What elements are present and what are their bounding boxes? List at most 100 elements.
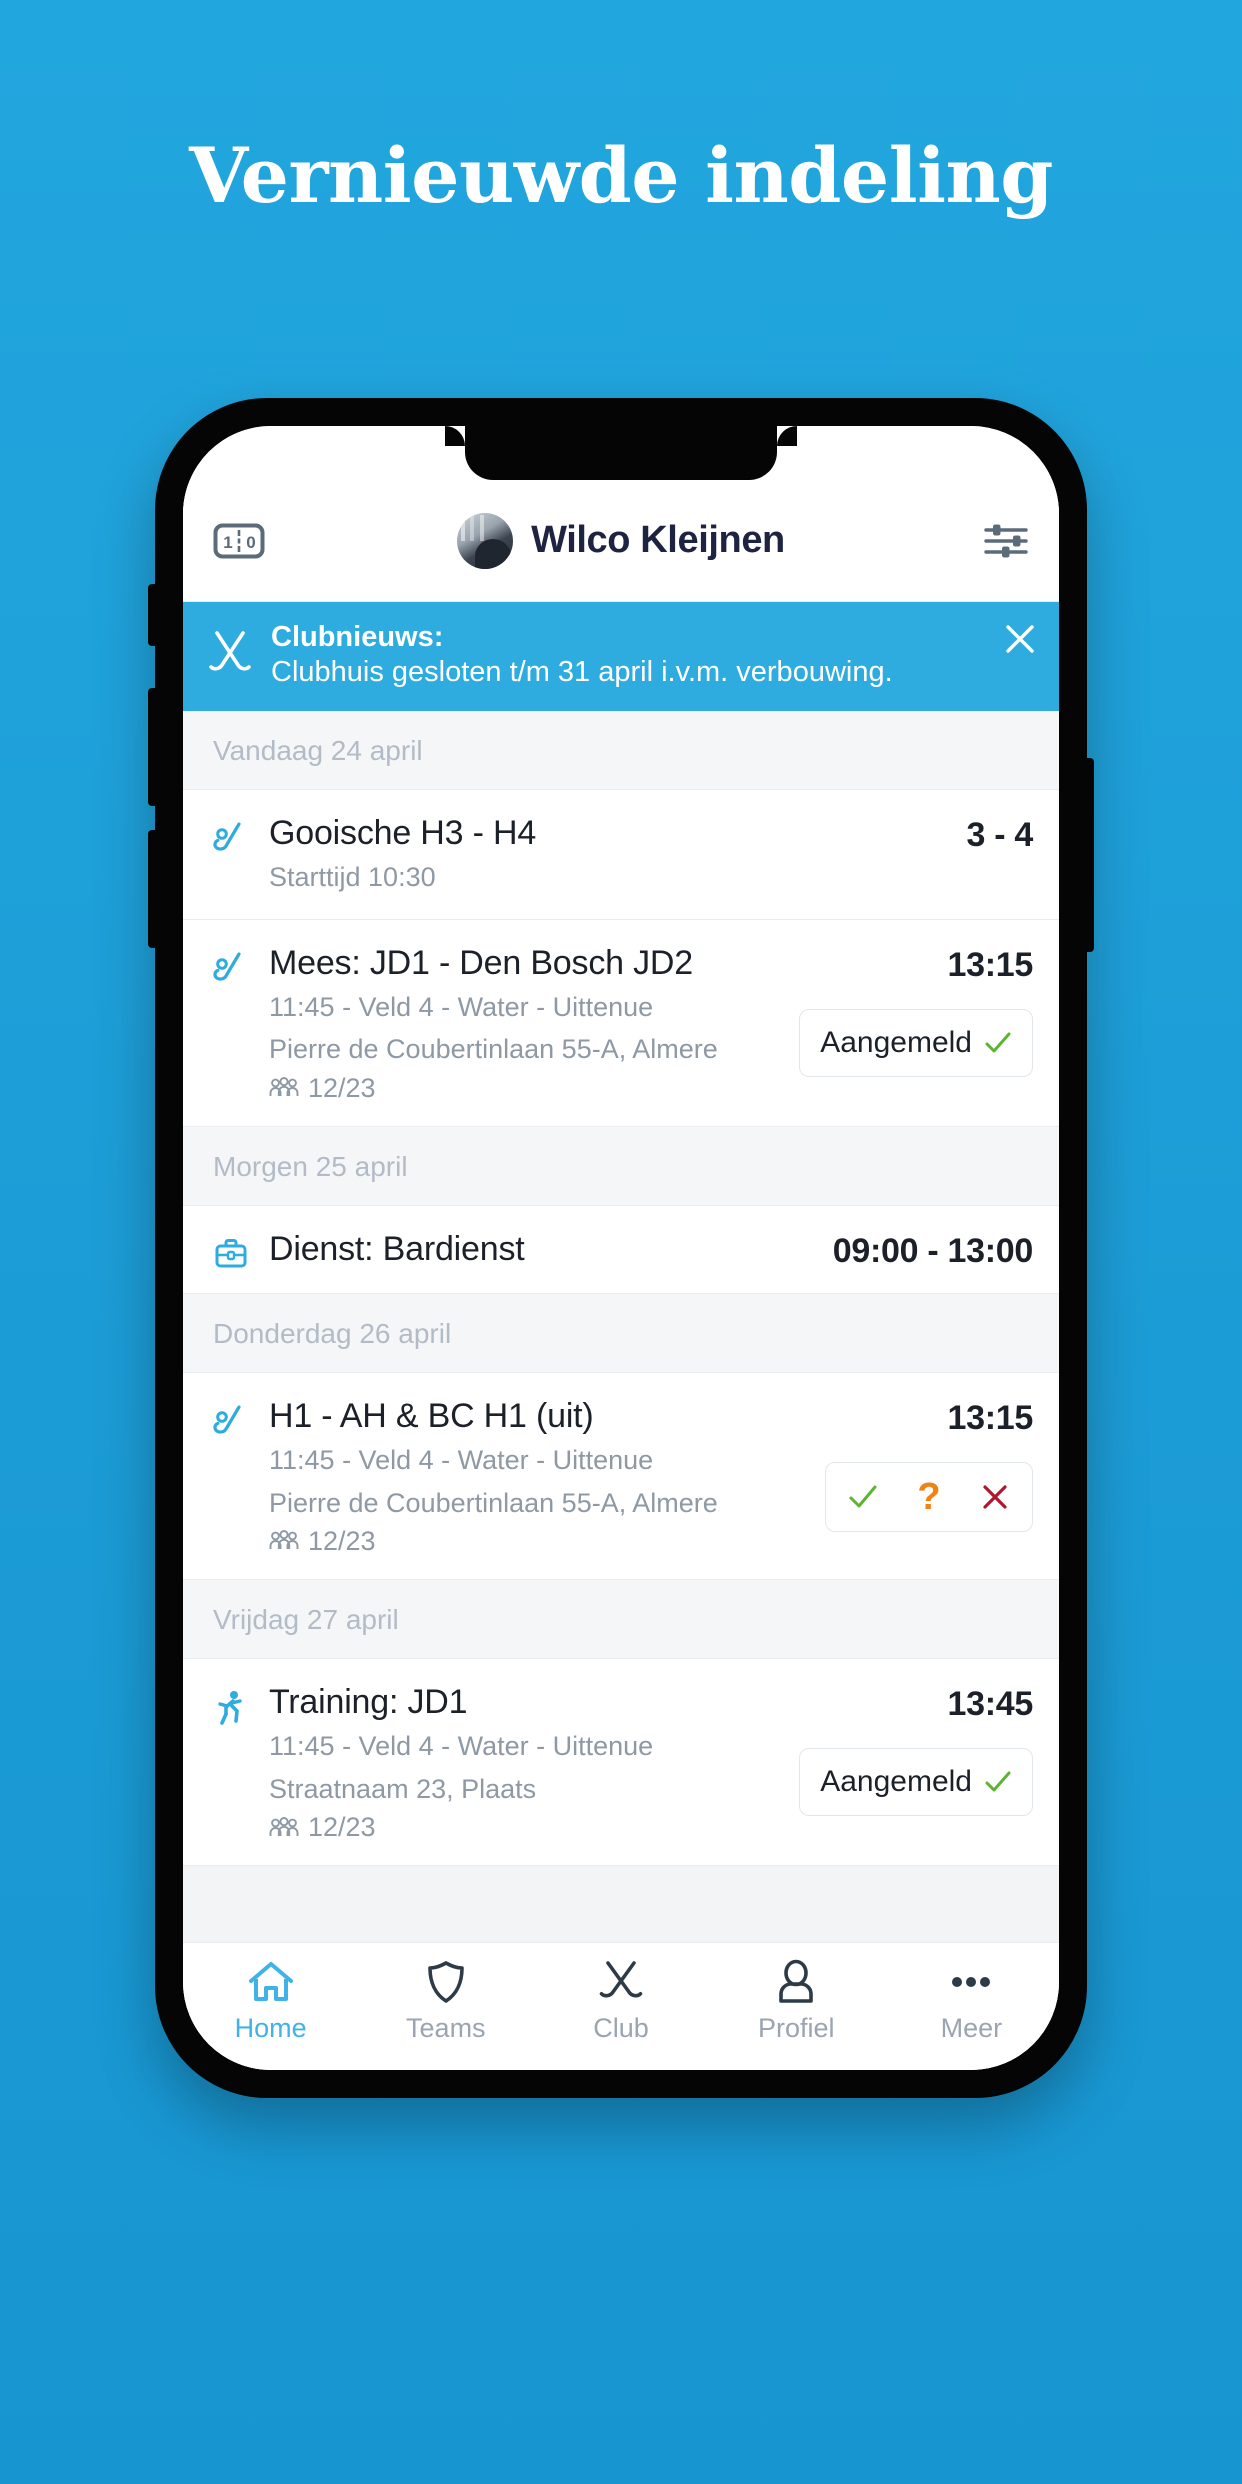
list-item[interactable]: Gooische H3 - H4 Starttijd 10:30 3 - 4: [183, 789, 1059, 920]
tab-label: Home: [234, 2013, 307, 2043]
phone-mute-switch[interactable]: [148, 584, 157, 646]
list-item[interactable]: H1 - AH & BC H1 (uit) 11:45 - Veld 4 - W…: [183, 1372, 1059, 1580]
tab-teams[interactable]: Teams: [358, 1959, 533, 2044]
attendance-count: 12/23: [308, 1525, 376, 1556]
row-icon-wrap: [209, 1681, 253, 1727]
tab-profiel[interactable]: Profiel: [709, 1959, 884, 2044]
row-icon-wrap: [209, 1228, 253, 1270]
people-icon: [269, 1816, 299, 1836]
event-title: Dienst: Bardienst: [269, 1229, 525, 1268]
row-icon-wrap: [209, 1395, 253, 1439]
attendance: 12/23: [269, 1812, 783, 1843]
close-icon: [1006, 625, 1034, 653]
day-header: Donderdag 26 april: [183, 1293, 1059, 1373]
settings-button[interactable]: [971, 521, 1029, 561]
agenda-list[interactable]: Vandaag 24 april Gooische H3 - H4 Startt…: [183, 710, 1059, 1942]
tab-label: Teams: [406, 2013, 486, 2043]
banner-text: Clubnieuws: Clubhuis gesloten t/m 31 apr…: [271, 620, 985, 691]
day-header: Vrijdag 27 april: [183, 1579, 1059, 1659]
scoreboard-button[interactable]: 1 0: [213, 523, 271, 559]
day-header: Vandaag 24 april: [183, 710, 1059, 790]
row-main: Training: JD1 11:45 - Veld 4 - Water - U…: [269, 1681, 783, 1843]
tab-label: Meer: [940, 2013, 1003, 2043]
list-item[interactable]: Training: JD1 11:45 - Veld 4 - Water - U…: [183, 1658, 1059, 1867]
phone-screen: 1 0 Wilco Kleijnen Clubnieuws: Clubhuis …: [183, 426, 1059, 2070]
event-location: Pierre de Coubertinlaan 55-A, Almere: [269, 1487, 718, 1518]
list-item[interactable]: Mees: JD1 - Den Bosch JD2 11:45 - Veld 4…: [183, 919, 1059, 1127]
registered-button[interactable]: Aangemeld: [799, 1008, 1033, 1077]
banner-icon-wrap: [207, 629, 253, 681]
check-icon: [985, 1032, 1011, 1053]
ellipsis-icon: [952, 1977, 991, 1987]
list-item[interactable]: Dienst: Bardienst 09:00 - 13:00: [183, 1205, 1059, 1294]
person-icon: [779, 1959, 814, 2003]
event-time: 13:15: [947, 945, 1034, 984]
check-icon: [985, 1771, 1011, 1792]
question-mark-icon: ?: [917, 1475, 941, 1518]
people-icon: [269, 1530, 299, 1550]
event-detail: 11:45 - Veld 4 - Water - Uittenue: [269, 1731, 654, 1762]
row-main: Dienst: Bardienst: [269, 1228, 817, 1271]
row-right: 13:45 Aangemeld: [799, 1681, 1033, 1816]
phone-volume-down-button[interactable]: [148, 830, 157, 948]
tab-home[interactable]: Home: [183, 1959, 358, 2044]
banner-close-button[interactable]: [1003, 620, 1037, 661]
event-time: 13:45: [947, 1684, 1034, 1723]
avatar: [457, 512, 514, 569]
event-score: 3 - 4: [966, 815, 1033, 854]
event-detail: Starttijd 10:30: [269, 862, 436, 893]
check-icon: [849, 1485, 877, 1508]
event-title: Training: JD1: [269, 1682, 468, 1721]
people-icon: [269, 1077, 299, 1097]
sliders-icon: [984, 524, 1028, 557]
rsvp-maybe-button[interactable]: ?: [906, 1475, 952, 1519]
row-right: 13:15 Aangemeld: [799, 942, 1033, 1077]
user-name: Wilco Kleijnen: [531, 519, 785, 561]
event-detail: 11:45 - Veld 4 - Water - Uittenue: [269, 1445, 654, 1476]
running-person-icon: [218, 1690, 242, 1725]
event-location: Pierre de Coubertinlaan 55-A, Almere: [269, 1034, 718, 1065]
event-title: Gooische H3 - H4: [269, 813, 537, 852]
event-location: Straatnaam 23, Plaats: [269, 1773, 537, 1804]
home-icon: [248, 1962, 293, 2001]
registered-label: Aangemeld: [820, 1764, 972, 1798]
hockey-stick-ball-icon: [213, 822, 241, 851]
hockey-stick-ball-icon: [213, 1405, 241, 1434]
event-detail: 11:45 - Veld 4 - Water - Uittenue: [269, 992, 654, 1023]
registered-button[interactable]: Aangemeld: [799, 1747, 1033, 1816]
svg-text:1: 1: [223, 533, 232, 552]
tab-label: Profiel: [757, 2013, 835, 2043]
club-news-banner[interactable]: Clubnieuws: Clubhuis gesloten t/m 31 apr…: [183, 602, 1059, 711]
banner-message: Clubhuis gesloten t/m 31 april i.v.m. ve…: [271, 656, 893, 689]
scoreboard-icon: 1 0: [213, 523, 265, 558]
rsvp-yes-button[interactable]: [840, 1475, 886, 1519]
list-bottom-spacer: [183, 1866, 1059, 1942]
attendance: 12/23: [269, 1526, 809, 1557]
row-right: 3 - 4: [863, 812, 1033, 855]
svg-text:0: 0: [246, 533, 255, 552]
poster-title: Vernieuwde indeling: [189, 131, 1053, 220]
phone-frame: 1 0 Wilco Kleijnen Clubnieuws: Clubhuis …: [148, 398, 1094, 2098]
event-title: H1 - AH & BC H1 (uit): [269, 1396, 594, 1435]
phone-volume-up-button[interactable]: [148, 688, 157, 806]
attendance-count: 12/23: [308, 1072, 376, 1103]
tab-label: Club: [593, 2013, 649, 2043]
row-main: H1 - AH & BC H1 (uit) 11:45 - Veld 4 - W…: [269, 1395, 809, 1557]
rsvp-no-button[interactable]: [972, 1475, 1018, 1519]
cross-icon: [983, 1485, 1007, 1509]
rsvp-group[interactable]: ?: [825, 1461, 1033, 1532]
phone-power-button[interactable]: [1085, 758, 1094, 952]
tab-club[interactable]: Club: [533, 1959, 708, 2044]
app-root: 1 0 Wilco Kleijnen Clubnieuws: Clubhuis …: [183, 426, 1059, 2070]
tab-meer[interactable]: Meer: [884, 1959, 1059, 2044]
row-main: Gooische H3 - H4 Starttijd 10:30: [269, 812, 847, 897]
toolbox-icon: [215, 1238, 247, 1268]
registered-label: Aangemeld: [820, 1025, 972, 1059]
crossed-sticks-icon: [599, 1961, 643, 1998]
header-user[interactable]: Wilco Kleijnen: [271, 512, 971, 569]
shield-icon: [427, 1961, 464, 2003]
hockey-stick-ball-icon: [213, 951, 241, 981]
row-icon-wrap: [209, 812, 253, 856]
row-main: Mees: JD1 - Den Bosch JD2 11:45 - Veld 4…: [269, 942, 783, 1104]
row-right: 13:15 ?: [825, 1395, 1033, 1532]
